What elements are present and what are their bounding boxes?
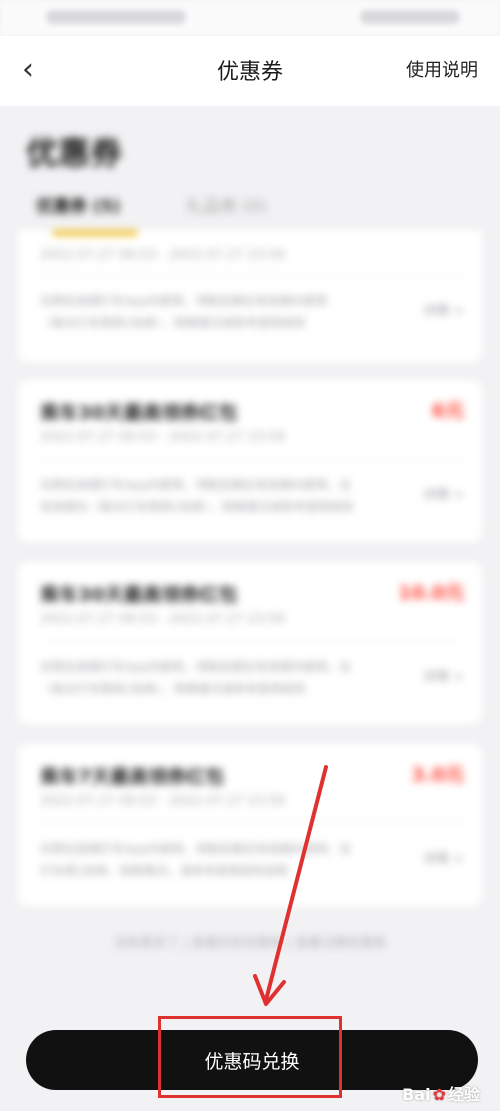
- coupon-description: 仅限在高德打车App内使用，领取后需在有效期内使用，在: [40, 478, 352, 492]
- coupon-title: 乘车7天最高领券红包: [40, 766, 225, 788]
- page-heading: 优惠券: [26, 134, 123, 172]
- status-bar: [0, 0, 500, 36]
- coupon-date: 2022.07.27 09:53 - 2022.07.27 23:59: [40, 794, 286, 809]
- coupon-date: 2022.07.27 09:53 - 2022.07.27 23:59: [40, 248, 286, 263]
- coupon-description: 仅限在高德打车App内使用，领取后需在有效期内使用: [40, 294, 328, 308]
- coupon-title: 乘车30天最高领券红包: [40, 584, 238, 606]
- baidu-watermark: Bai ✿ 经验: [402, 1081, 480, 1105]
- status-bar-right: [360, 10, 460, 24]
- coupon-detail-link[interactable]: 详情 >: [423, 666, 464, 685]
- divider: [40, 822, 464, 823]
- coupon-description: （每次打车限用1张券），特殊情况请参考使用规则: [40, 316, 306, 330]
- coupon-amount: 3.0元: [411, 764, 464, 786]
- coupon-detail-link[interactable]: 详情 >: [423, 300, 464, 319]
- coupon-date: 2022.07.27 09:53 - 2022.07.27 23:59: [40, 430, 286, 445]
- tab-coupons[interactable]: 优惠券 (5): [36, 192, 120, 217]
- coupon-description: 有效期内（每次打车限用1张券），特殊情况请参考使用规则: [40, 500, 354, 514]
- coupon-description: （每次打车限用1张券），特殊情况请参考使用规则: [40, 682, 306, 696]
- nav-bar: ‹ 优惠券 使用说明: [0, 36, 500, 106]
- coupon-card[interactable]: 乘车7天最高领券红包 3.0元 2022.07.27 09:53 - 2022.…: [18, 744, 482, 906]
- coupon-detail-link[interactable]: 详情 >: [423, 484, 464, 503]
- paw-logo-icon: ✿: [432, 1085, 446, 1104]
- coupon-date: 2022.07.27 09:53 - 2022.07.27 23:59: [40, 612, 286, 627]
- usage-instructions-link[interactable]: 使用说明: [406, 56, 478, 82]
- coupon-tabs: 优惠券 (5) 礼品券 (0): [36, 192, 466, 222]
- coupon-amount: 6元: [431, 400, 464, 422]
- coupon-detail-link[interactable]: 详情 >: [423, 848, 464, 867]
- list-footer-note[interactable]: 没有更多了 | 查看历史优惠券 | 查看过期优惠券: [0, 932, 500, 951]
- watermark-brand-left: Bai: [402, 1085, 431, 1104]
- divider: [40, 640, 464, 641]
- coupon-description: 仅限在高德打车App内使用，领取后需在有效期内使用，在: [40, 842, 352, 856]
- watermark-brand-right: 经验: [447, 1085, 480, 1104]
- tab-gift-coupons[interactable]: 礼品券 (0): [186, 192, 266, 217]
- tab-underline: [52, 230, 138, 236]
- coupon-description: 打车限1张券，特殊情况，请参考使用规则说明: [40, 864, 288, 878]
- coupon-amount: 10.0元: [398, 582, 464, 604]
- coupon-card[interactable]: 2022.07.27 09:53 - 2022.07.27 23:59 仅限在高…: [18, 230, 482, 362]
- divider: [40, 458, 464, 459]
- coupon-card[interactable]: 乘车30天最高领券红包 10.0元 2022.07.27 09:53 - 202…: [18, 562, 482, 724]
- coupon-card[interactable]: 乘车30天最高领券红包 6元 2022.07.27 09:53 - 2022.0…: [18, 380, 482, 542]
- coupon-description: 仅限在高德打车App内使用，领取后需在有效期内使用，在: [40, 660, 352, 674]
- divider: [40, 274, 464, 275]
- coupon-title: 乘车30天最高领券红包: [40, 402, 238, 424]
- status-bar-left: [46, 10, 186, 24]
- annotation-highlight-box: [158, 1016, 342, 1098]
